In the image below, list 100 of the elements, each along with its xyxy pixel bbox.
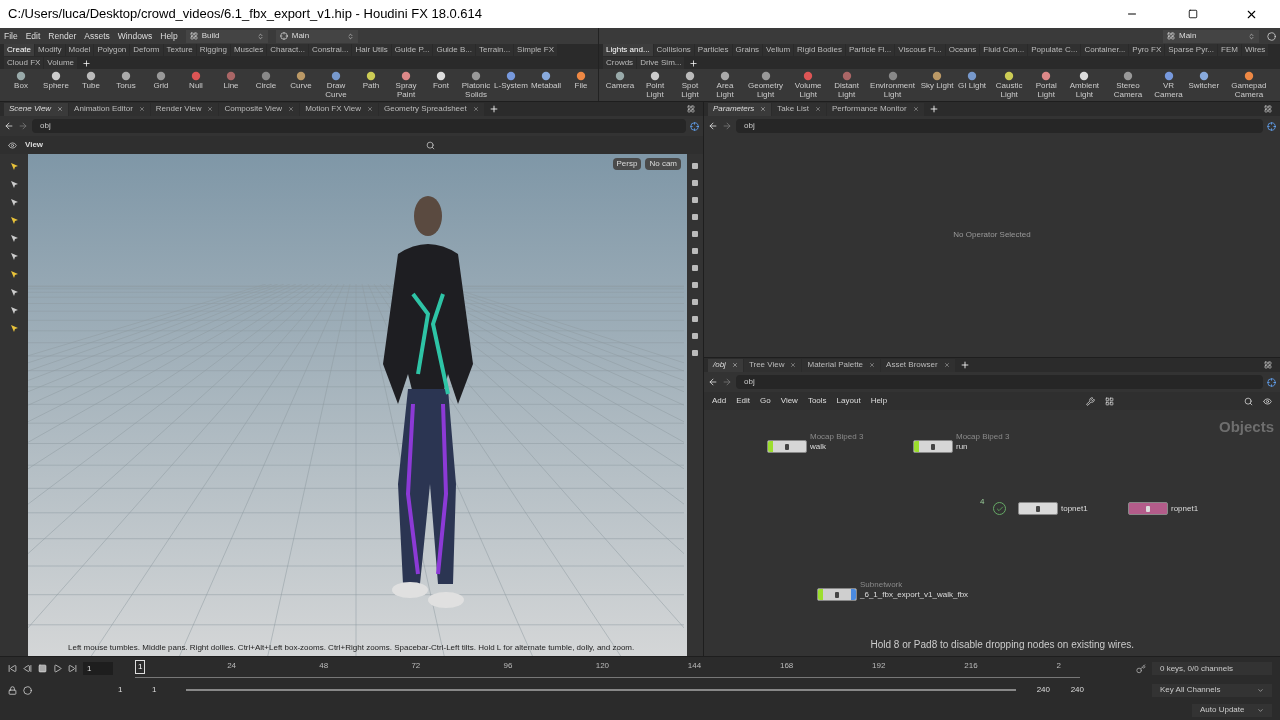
menu-item[interactable]: Tools — [807, 395, 827, 407]
shelf-tab[interactable]: Texture — [163, 44, 196, 56]
shelf-tab[interactable]: Charact... — [267, 44, 308, 56]
shelf-tool-button[interactable]: File — [564, 69, 598, 91]
key-channels-dropdown[interactable]: Key All Channels — [1152, 683, 1272, 697]
shelf-tab[interactable]: Muscles — [230, 44, 267, 56]
play-icon[interactable] — [53, 664, 62, 674]
pane-tab[interactable]: Parameters — [708, 102, 772, 116]
shelf-tool-button[interactable]: Draw Curve — [319, 69, 353, 99]
display-option-icon[interactable] — [691, 230, 699, 238]
pane-tab[interactable]: Performance Monitor — [826, 102, 924, 116]
shelf-tool-button[interactable]: Null — [179, 69, 213, 91]
shelf-tool-button[interactable]: Grid — [144, 69, 178, 91]
shelf-tab[interactable]: Simple FX — [514, 44, 557, 56]
menu-item[interactable]: Windows — [117, 29, 153, 43]
shelf-tool-button[interactable]: Line — [214, 69, 248, 91]
shelf-tab[interactable]: Guide B... — [433, 44, 475, 56]
pane-tab[interactable]: Geometry Spreadsheet — [379, 102, 484, 116]
viewport[interactable]: Persp No cam Left mouse tumbles. Middle pans. Right dollies. Ctrl+Alt+Left box-zooms. Ctrl+Right zooms. Spacebar-Ctrl-Left tilts. Hold L for alternate tumble, dolly, and zoom. — [28, 154, 687, 656]
shelf-tab[interactable]: Cloud FX — [4, 57, 44, 69]
lock-icon[interactable] — [8, 685, 17, 695]
shelf-tool-button[interactable]: Distant Light — [828, 69, 865, 99]
shelf-tab[interactable]: Populate C... — [1028, 44, 1081, 56]
shelf-tool-button[interactable]: Spray Paint — [389, 69, 423, 99]
menu-item[interactable]: Assets — [84, 29, 110, 43]
menu-item[interactable]: File — [4, 29, 18, 43]
menu-item[interactable]: Edit — [736, 395, 751, 407]
search-icon[interactable] — [426, 140, 435, 150]
range-total-field[interactable]: 240 — [1056, 684, 1084, 697]
shelf-tab[interactable]: Constrai... — [308, 44, 352, 56]
shelf-tab[interactable]: Drive Sim... — [637, 57, 685, 69]
menu-item[interactable]: Edit — [25, 29, 41, 43]
context-dropdown[interactable]: Main — [275, 29, 358, 43]
menu-item[interactable]: Help — [870, 395, 888, 407]
search-icon[interactable] — [1244, 396, 1253, 406]
pane-layout-icon[interactable] — [1264, 361, 1272, 369]
shelf-tool-button[interactable]: Curve — [284, 69, 318, 91]
shelf-tab[interactable]: FEM — [1218, 44, 1241, 56]
shelf-tab[interactable]: Crowds — [603, 57, 637, 69]
shelf-tool-button[interactable]: Camera — [603, 69, 637, 91]
back-icon[interactable] — [4, 121, 14, 131]
stop-icon[interactable] — [38, 664, 47, 674]
grid-icon[interactable] — [1105, 396, 1114, 406]
shelf-tool-button[interactable]: GI Light — [955, 69, 990, 91]
shelf-tool-button[interactable]: Torus — [109, 69, 143, 91]
shelf-tool-button[interactable]: Spot Light — [673, 69, 707, 99]
shelf-tab[interactable]: Rigging — [196, 44, 230, 56]
shelf-tab[interactable]: Create — [4, 44, 34, 56]
context-dropdown[interactable]: Main — [1163, 29, 1259, 43]
shelf-tab[interactable]: Fluid Con... — [980, 44, 1028, 56]
key-icon[interactable] — [1136, 663, 1146, 674]
network-node[interactable] — [767, 440, 807, 453]
shelf-tab[interactable]: Vellum — [763, 44, 794, 56]
pane-layout-icon[interactable] — [687, 105, 695, 113]
display-option-icon[interactable] — [691, 162, 699, 170]
shelf-tab[interactable]: Terrain... — [476, 44, 514, 56]
shelf-tool-button[interactable]: Stereo Camera — [1105, 69, 1151, 99]
shelf-tool-button[interactable]: L-System — [494, 69, 528, 91]
shelf-tool-button[interactable]: Caustic Light — [990, 69, 1029, 99]
shelf-tab[interactable]: Collisions — [653, 44, 694, 56]
update-mode-dropdown[interactable]: Auto Update — [1192, 703, 1272, 717]
range-bar[interactable] — [186, 689, 1016, 692]
pane-tab[interactable]: Composite View — [219, 102, 300, 116]
shelf-tab[interactable]: Model — [65, 44, 94, 56]
path-field[interactable]: obj — [32, 119, 686, 133]
shelf-tab[interactable]: Deform — [130, 44, 163, 56]
wrench-icon[interactable] — [1086, 396, 1095, 406]
path-field[interactable]: obj — [736, 375, 1263, 389]
desktop-dropdown[interactable]: Build — [185, 29, 268, 43]
shelf-tool-button[interactable]: Tube — [74, 69, 108, 91]
shelf-tool-button[interactable]: Volume Light — [789, 69, 828, 99]
pane-tab[interactable]: Material Palette — [802, 358, 881, 372]
shelf-tool-button[interactable]: Font — [424, 69, 458, 91]
display-option-icon[interactable] — [691, 247, 699, 255]
shelf-tool-button[interactable]: Ambient Light — [1064, 69, 1105, 99]
shelf-tool-button[interactable]: Switcher — [1186, 69, 1221, 91]
add-tab-icon[interactable] — [82, 59, 92, 68]
shelf-tool-button[interactable]: Sphere — [39, 69, 73, 91]
first-frame-icon[interactable] — [8, 664, 17, 674]
display-option-icon[interactable] — [691, 264, 699, 272]
range-end-field[interactable]: 240 — [1022, 684, 1050, 697]
view-icon[interactable] — [8, 140, 17, 150]
path-field[interactable]: obj — [736, 119, 1263, 133]
add-tab-icon[interactable] — [488, 104, 499, 114]
shelf-tool-button[interactable]: Point Light — [638, 69, 672, 99]
display-option-icon[interactable] — [691, 332, 699, 340]
shelf-tool-button[interactable]: Box — [4, 69, 38, 91]
range-current-field[interactable]: 1 — [152, 684, 180, 697]
camera-menu-button[interactable]: Persp — [612, 158, 642, 170]
menu-item[interactable]: Layout — [836, 395, 861, 407]
shelf-tool-button[interactable]: Environment Light — [865, 69, 920, 99]
menu-item[interactable]: View — [780, 395, 798, 407]
display-option-icon[interactable] — [691, 315, 699, 323]
shelf-tab[interactable]: Lights and... — [603, 44, 653, 56]
display-option-icon[interactable] — [691, 349, 699, 357]
pane-tab[interactable]: Render View — [150, 102, 219, 116]
shelf-tool-button[interactable]: Sky Light — [920, 69, 955, 91]
pane-tab[interactable]: Motion FX View — [300, 102, 378, 116]
shelf-tab[interactable]: Viscous Fl... — [895, 44, 945, 56]
menu-item[interactable]: Render — [48, 29, 77, 43]
